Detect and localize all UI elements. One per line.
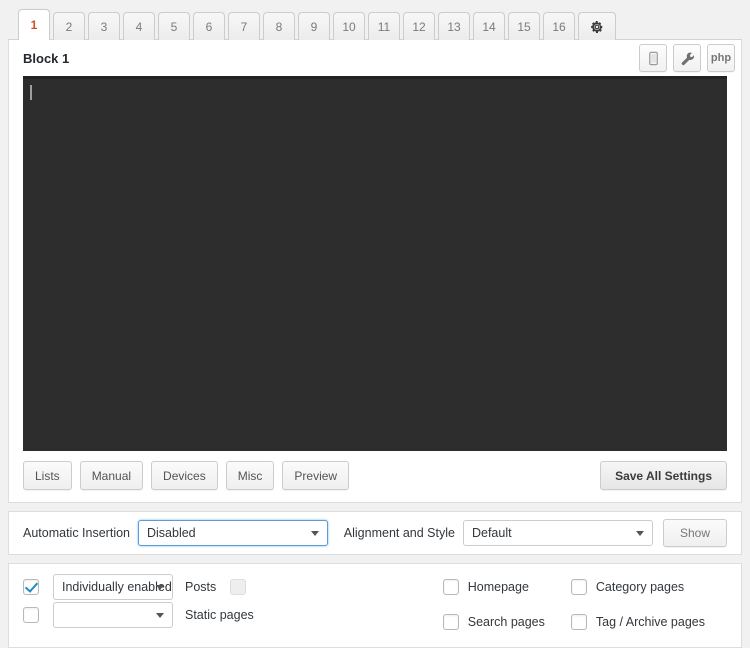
tab-block-16[interactable]: 16 xyxy=(543,12,575,40)
static-pages-mode-select[interactable] xyxy=(53,602,173,628)
tab-block-14[interactable]: 14 xyxy=(473,12,505,40)
list-item: Individually enabled Posts xyxy=(23,573,323,601)
tab-label: 10 xyxy=(342,19,356,34)
post-type-column: Individually enabled Posts Static pages xyxy=(23,573,323,629)
automatic-insertion-value: Disabled xyxy=(147,526,196,540)
list-item: Search pages xyxy=(442,608,545,636)
search-pages-label: Search pages xyxy=(467,615,545,629)
tab-label: 1 xyxy=(30,18,38,32)
tab-block-2[interactable]: 2 xyxy=(53,12,85,40)
tag-archive-pages-label: Tag / Archive pages xyxy=(595,615,705,629)
tab-label: 5 xyxy=(170,19,178,34)
ad-inserter-settings-page: 1 2 3 4 5 6 7 8 9 10 11 12 13 14 15 16 B… xyxy=(0,0,750,648)
device-icon[interactable] xyxy=(639,44,667,72)
code-editor[interactable] xyxy=(23,76,727,451)
tab-label: 11 xyxy=(377,19,391,34)
insertion-row: Automatic Insertion Disabled Alignment a… xyxy=(9,512,741,554)
homepage-checkbox[interactable] xyxy=(442,579,459,595)
tab-block-4[interactable]: 4 xyxy=(123,12,155,40)
posts-secondary-checkbox xyxy=(230,579,247,595)
tab-block-12[interactable]: 12 xyxy=(403,12,435,40)
tab-label: 4 xyxy=(135,19,143,34)
tab-label: 8 xyxy=(275,19,283,34)
show-button[interactable]: Show xyxy=(662,519,727,547)
block-action-row: Lists Manual Devices Misc Preview Save A… xyxy=(9,461,741,502)
tab-label: 15 xyxy=(517,19,531,34)
tab-block-6[interactable]: 6 xyxy=(193,12,225,40)
tab-label: 3 xyxy=(100,19,108,34)
list-item: Static pages xyxy=(23,601,323,629)
alignment-and-style-select[interactable]: Default xyxy=(462,520,653,546)
tab-block-5[interactable]: 5 xyxy=(158,12,190,40)
text-caret xyxy=(30,85,32,100)
tab-label: 14 xyxy=(482,19,496,34)
automatic-insertion-label: Automatic Insertion xyxy=(23,526,130,540)
tab-label: 7 xyxy=(240,19,248,34)
save-all-settings-button[interactable]: Save All Settings xyxy=(600,461,727,490)
tab-block-15[interactable]: 15 xyxy=(508,12,540,40)
display-conditions-panel: Individually enabled Posts Static pages xyxy=(8,563,742,648)
alignment-and-style-value: Default xyxy=(471,526,512,540)
tab-label: 2 xyxy=(65,19,73,34)
category-pages-label: Category pages xyxy=(595,580,685,594)
tab-block-13[interactable]: 13 xyxy=(438,12,470,40)
gear-icon xyxy=(590,20,604,34)
insertion-panel: Automatic Insertion Disabled Alignment a… xyxy=(8,511,742,555)
block-toolbar: php xyxy=(639,44,735,72)
list-item: Category pages xyxy=(570,573,705,601)
page-title: Block 1 xyxy=(23,50,70,66)
page-types-column: Homepage Category pages Search pages Tag… xyxy=(442,573,727,636)
block-panel: Block 1 php Lists Manual Devices Misc Pr… xyxy=(8,40,742,503)
tab-block-7[interactable]: 7 xyxy=(228,12,260,40)
posts-enable-checkbox[interactable] xyxy=(23,579,39,595)
static-pages-enable-checkbox[interactable] xyxy=(23,607,39,623)
tab-label: 12 xyxy=(412,19,426,34)
alignment-and-style-label: Alignment and Style xyxy=(343,526,455,540)
lists-button[interactable]: Lists xyxy=(23,461,72,490)
preview-button[interactable]: Preview xyxy=(282,461,350,490)
tab-settings[interactable] xyxy=(578,12,616,40)
block-tabs: 1 2 3 4 5 6 7 8 9 10 11 12 13 14 15 16 xyxy=(0,0,750,41)
tab-block-8[interactable]: 8 xyxy=(263,12,295,40)
manual-button[interactable]: Manual xyxy=(79,461,144,490)
tab-block-11[interactable]: 11 xyxy=(368,12,400,40)
tab-block-10[interactable]: 10 xyxy=(333,12,365,40)
devices-button[interactable]: Devices xyxy=(151,461,218,490)
static-pages-label: Static pages xyxy=(185,608,254,622)
tab-block-1[interactable]: 1 xyxy=(18,9,50,41)
homepage-label: Homepage xyxy=(467,580,529,594)
posts-label: Posts xyxy=(185,580,217,594)
category-pages-checkbox[interactable] xyxy=(570,579,587,595)
tab-label: 6 xyxy=(205,19,213,34)
misc-button[interactable]: Misc xyxy=(225,461,275,490)
posts-mode-select[interactable]: Individually enabled xyxy=(53,574,173,600)
list-item: Tag / Archive pages xyxy=(570,608,705,636)
wrench-icon[interactable] xyxy=(673,44,701,72)
posts-mode-value: Individually enabled xyxy=(62,580,172,594)
list-item: Homepage xyxy=(442,573,545,601)
tag-archive-pages-checkbox[interactable] xyxy=(570,614,587,630)
block-header: Block 1 php xyxy=(9,40,741,76)
tab-block-3[interactable]: 3 xyxy=(88,12,120,40)
tab-label: 9 xyxy=(310,19,318,34)
automatic-insertion-select[interactable]: Disabled xyxy=(138,520,328,546)
tab-label: 13 xyxy=(447,19,461,34)
search-pages-checkbox[interactable] xyxy=(442,614,459,630)
tab-block-9[interactable]: 9 xyxy=(298,12,330,40)
php-button[interactable]: php xyxy=(707,44,735,72)
tab-label: 16 xyxy=(552,19,566,34)
code-editor-wrapper xyxy=(9,76,741,461)
